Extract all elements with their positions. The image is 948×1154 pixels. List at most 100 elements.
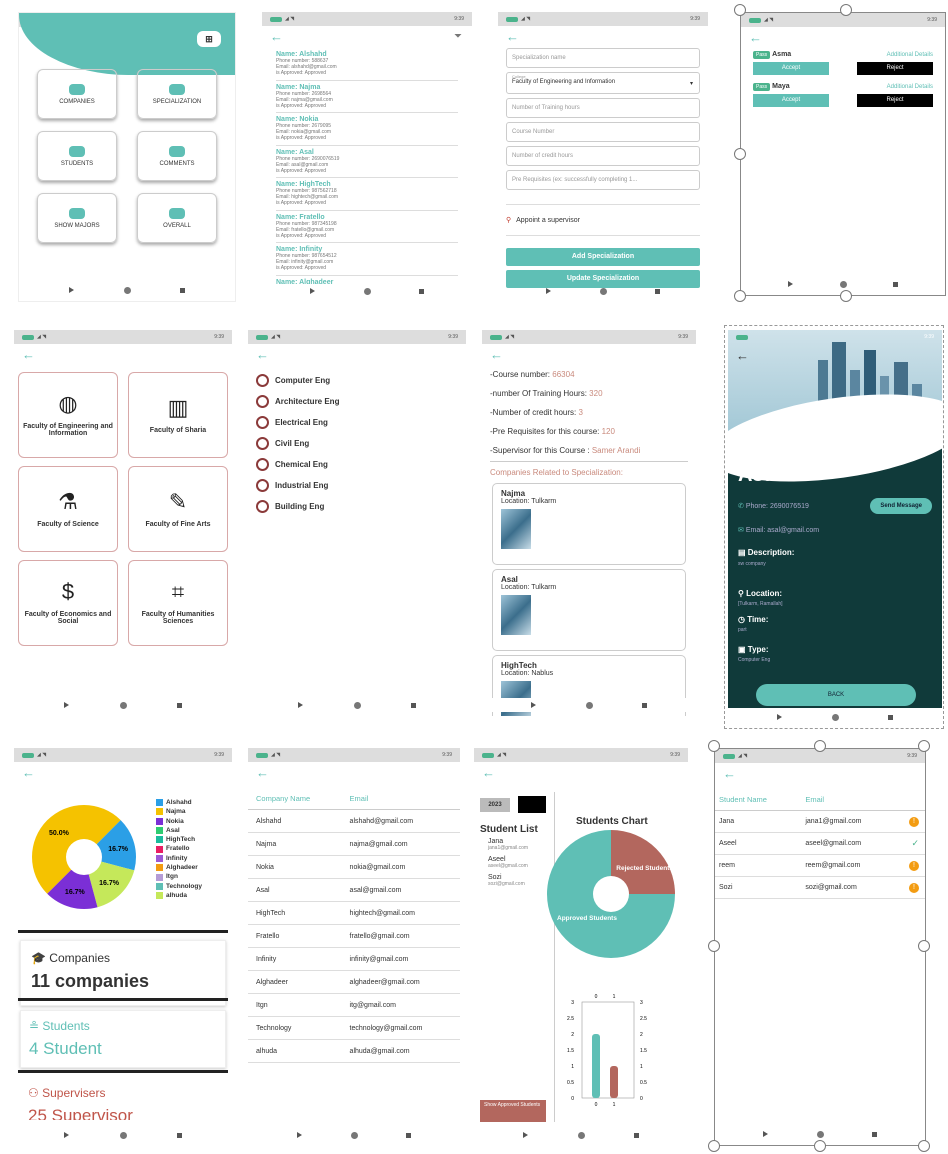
accept-button[interactable]: Accept: [753, 94, 829, 107]
pending-icon[interactable]: !: [909, 816, 919, 827]
table-row[interactable]: Sozi sozi@gmail.com!: [715, 876, 925, 899]
resize-handle[interactable]: [840, 290, 852, 302]
faculty-card[interactable]: ✎ Faculty of Fine Arts: [128, 466, 228, 552]
recents-nav-icon[interactable]: [654, 288, 660, 294]
home-nav-icon[interactable]: [599, 287, 607, 295]
faculty-card[interactable]: ⌗ Faculty of Humanities Sciences: [128, 560, 228, 646]
home-nav-icon[interactable]: [123, 286, 131, 294]
back-nav-icon[interactable]: [64, 1132, 70, 1138]
back-arrow-icon[interactable]: ←: [736, 348, 749, 363]
resize-handle[interactable]: [814, 1140, 826, 1152]
tile-students[interactable]: STUDENTS: [37, 131, 117, 181]
radio-button[interactable]: [256, 416, 269, 429]
show-approved-button[interactable]: Show Approved Students: [480, 1100, 546, 1122]
recents-nav-icon[interactable]: [410, 702, 416, 708]
table-row[interactable]: Alshahd alshahd@gmail.com: [248, 809, 460, 833]
back-nav-icon[interactable]: [777, 714, 783, 720]
home-nav-icon[interactable]: [350, 1131, 358, 1139]
major-radio-option[interactable]: Computer Eng: [256, 370, 458, 391]
back-nav-icon[interactable]: [68, 287, 74, 293]
resize-handle[interactable]: [708, 1140, 720, 1152]
back-nav-icon[interactable]: [531, 702, 537, 708]
credit-hours-input[interactable]: Number of credit hours: [506, 146, 700, 166]
related-company-card[interactable]: Najma Location: Tulkarm: [492, 483, 686, 565]
back-arrow-icon[interactable]: ←: [256, 762, 269, 784]
faculty-card[interactable]: $ Faculty of Economics and Social: [18, 560, 118, 646]
company-list-item[interactable]: Name: HighTech Phone number: 987562718 Ema…: [276, 178, 458, 211]
table-row[interactable]: Najma najma@gmail.com: [248, 832, 460, 856]
table-row[interactable]: Asal asal@gmail.com: [248, 878, 460, 902]
resize-handle[interactable]: [734, 148, 746, 160]
resize-handle[interactable]: [814, 740, 826, 752]
check-icon[interactable]: ✓: [911, 838, 919, 848]
pending-icon[interactable]: !: [909, 882, 919, 893]
accept-button[interactable]: Accept: [753, 62, 829, 75]
back-arrow-icon[interactable]: ←: [482, 762, 495, 784]
table-row[interactable]: HighTech hightech@gmail.com: [248, 901, 460, 925]
tile-companies[interactable]: COMPANIES: [37, 69, 117, 119]
radio-button[interactable]: [256, 395, 269, 408]
student-list-item[interactable]: Jana jana1@gmail.com: [488, 838, 548, 851]
reject-button[interactable]: Reject: [857, 62, 933, 75]
table-row[interactable]: Nokia nokia@gmail.com: [248, 855, 460, 879]
additional-details-link[interactable]: Additional Details: [887, 84, 933, 90]
tile-overall[interactable]: OVERALL: [137, 193, 217, 243]
company-list-item[interactable]: Name: Najma Phone number: 2698564 Email: n…: [276, 81, 458, 113]
table-row[interactable]: Fratello fratello@gmail.com: [248, 924, 460, 948]
home-nav-icon[interactable]: [839, 280, 847, 288]
faculty-card[interactable]: ⚗ Faculty of Science: [18, 466, 118, 552]
recents-nav-icon[interactable]: [871, 1131, 877, 1137]
recents-nav-icon[interactable]: [893, 281, 899, 287]
resize-handle[interactable]: [918, 740, 930, 752]
home-nav-icon[interactable]: [363, 287, 371, 295]
college-select[interactable]: College Faculty of Engineering and Inform…: [506, 72, 700, 94]
spec-name-input[interactable]: Specialization name: [506, 48, 700, 68]
back-nav-icon[interactable]: [546, 288, 552, 294]
resize-handle[interactable]: [734, 290, 746, 302]
major-radio-option[interactable]: Industrial Eng: [256, 475, 458, 496]
radio-button[interactable]: [256, 458, 269, 471]
major-radio-option[interactable]: Electrical Eng: [256, 412, 458, 433]
back-nav-icon[interactable]: [298, 702, 304, 708]
faculty-card[interactable]: ▥ Faculty of Sharia: [128, 372, 228, 458]
radio-button[interactable]: [256, 479, 269, 492]
table-row[interactable]: Aseel aseel@gmail.com ✓: [715, 832, 925, 855]
company-list-item[interactable]: Name: Fratello Phone number: 987345198 Ema…: [276, 211, 458, 243]
training-hours-input[interactable]: Number of Training hours: [506, 98, 700, 118]
home-nav-icon[interactable]: [353, 701, 361, 709]
company-list-item[interactable]: Name: Asal Phone number: 2690076519 Email:…: [276, 146, 458, 178]
student-list-item[interactable]: Aseel aseel@gmail.com: [488, 856, 548, 869]
company-list-item[interactable]: Name: Infinity Phone number: 987654512 Ema…: [276, 243, 458, 276]
home-nav-icon[interactable]: [119, 1131, 127, 1139]
radio-button[interactable]: [256, 500, 269, 513]
table-row[interactable]: Jana jana1@gmail.com!: [715, 810, 925, 833]
company-list-item[interactable]: Name: Alshahd Phone number: 588637 Email: …: [276, 48, 458, 81]
year-chip[interactable]: 2023: [480, 798, 510, 812]
recents-nav-icon[interactable]: [887, 714, 893, 720]
tile-show-majors[interactable]: SHOW MAJORS: [37, 193, 117, 243]
back-arrow-icon[interactable]: ←: [22, 762, 35, 784]
company-list-item[interactable]: Name: Nokia Phone number: 2679095 Email: n…: [276, 113, 458, 146]
resize-handle[interactable]: [918, 1140, 930, 1152]
recents-nav-icon[interactable]: [641, 702, 647, 708]
back-arrow-icon[interactable]: ←: [723, 763, 736, 785]
resize-handle[interactable]: [708, 740, 720, 752]
course-number-input[interactable]: Course Number: [506, 122, 700, 142]
add-specialization-button[interactable]: Add Specialization: [506, 248, 700, 266]
reject-button[interactable]: Reject: [857, 94, 933, 107]
recents-nav-icon[interactable]: [176, 1132, 182, 1138]
back-arrow-icon[interactable]: ←: [256, 344, 269, 366]
send-message-button[interactable]: Send Message: [870, 498, 932, 514]
back-nav-icon[interactable]: [310, 288, 316, 294]
table-row[interactable]: Technology technology@gmail.com: [248, 1016, 460, 1040]
recents-nav-icon[interactable]: [418, 288, 424, 294]
major-radio-option[interactable]: Building Eng: [256, 496, 458, 517]
table-row[interactable]: Infinity infinity@gmail.com: [248, 947, 460, 971]
back-nav-icon[interactable]: [763, 1131, 769, 1137]
back-nav-icon[interactable]: [64, 702, 70, 708]
home-nav-icon[interactable]: [119, 701, 127, 709]
additional-details-link[interactable]: Additional Details: [887, 52, 933, 58]
back-arrow-icon[interactable]: ←: [506, 26, 519, 48]
resize-handle[interactable]: [708, 940, 720, 952]
back-nav-icon[interactable]: [787, 281, 793, 287]
